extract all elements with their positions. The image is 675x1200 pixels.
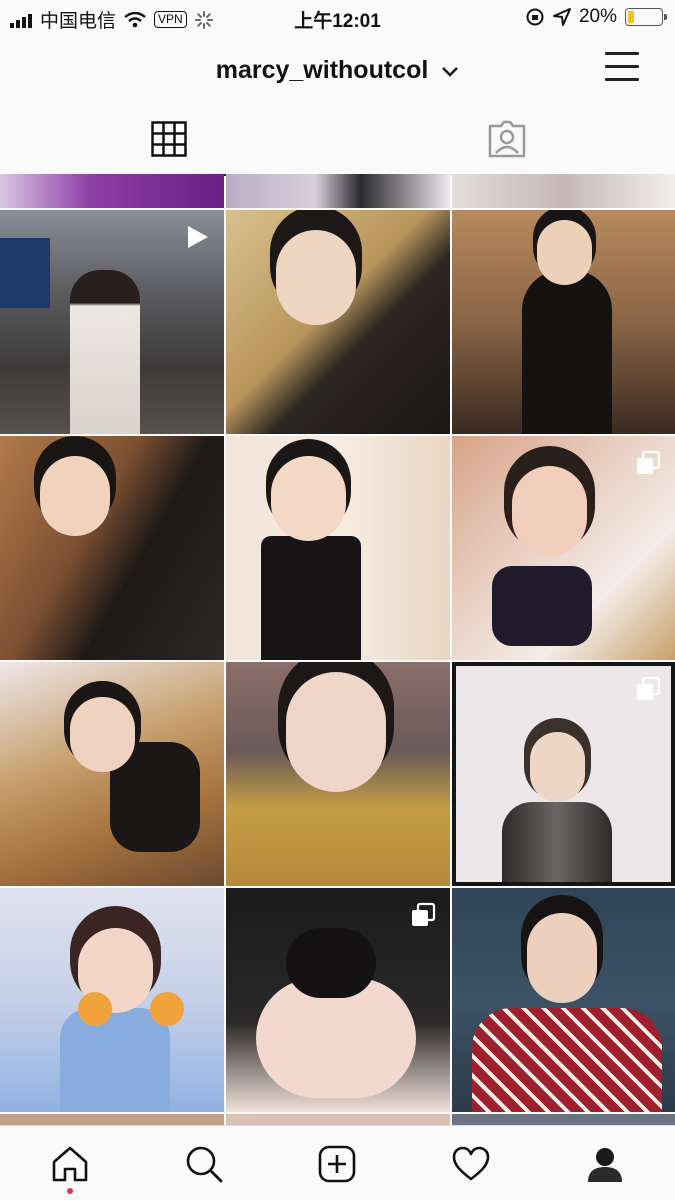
multiple-photos-icon [412, 902, 436, 926]
home-icon [52, 1146, 88, 1182]
search-icon [186, 1146, 223, 1183]
profile-header: marcy_withoutcol [0, 40, 675, 100]
post-thumbnail[interactable] [452, 888, 675, 1112]
profile-tabs [0, 104, 675, 176]
post-thumbnail[interactable] [226, 174, 450, 208]
location-icon [552, 8, 571, 26]
chevron-down-icon [442, 67, 459, 77]
post-thumbnail[interactable] [0, 662, 224, 886]
post-thumbnail[interactable] [0, 174, 224, 208]
grid-icon [150, 121, 187, 157]
username-switcher[interactable]: marcy_withoutcol [0, 56, 675, 85]
activity-dot [67, 1188, 73, 1194]
post-thumbnail[interactable] [452, 174, 675, 208]
tab-tagged[interactable] [338, 104, 675, 175]
battery-icon [625, 8, 667, 26]
status-bar: 中国电信 VPN 上午12:01 20% [0, 0, 675, 34]
add-post-icon [318, 1145, 356, 1183]
bottom-nav [0, 1125, 675, 1200]
nav-search[interactable] [182, 1142, 226, 1186]
post-thumbnail[interactable] [226, 436, 450, 660]
post-thumbnail[interactable] [226, 662, 450, 886]
hamburger-icon[interactable] [605, 52, 639, 82]
post-thumbnail[interactable] [0, 888, 224, 1112]
orientation-lock-icon [526, 8, 544, 26]
battery-percent: 20% [578, 6, 617, 27]
nav-new-post[interactable] [315, 1142, 359, 1186]
photo-grid [0, 174, 675, 1126]
nav-activity[interactable] [449, 1142, 493, 1186]
post-thumbnail[interactable] [0, 436, 224, 660]
multiple-photos-icon [637, 676, 661, 700]
heart-icon [452, 1146, 490, 1181]
tab-grid[interactable] [0, 104, 337, 176]
profile-icon [588, 1148, 622, 1182]
video-icon [188, 226, 208, 248]
nav-home[interactable] [48, 1142, 92, 1186]
nav-profile[interactable] [583, 1142, 627, 1186]
post-thumbnail[interactable] [452, 210, 675, 434]
post-thumbnail[interactable] [452, 436, 675, 660]
multiple-photos-icon [637, 450, 661, 474]
post-thumbnail[interactable] [0, 210, 224, 434]
post-thumbnail[interactable] [226, 210, 450, 434]
tagged-icon [488, 120, 525, 158]
username: marcy_withoutcol [215, 56, 429, 84]
post-thumbnail[interactable] [452, 662, 675, 886]
post-thumbnail[interactable] [226, 888, 450, 1112]
